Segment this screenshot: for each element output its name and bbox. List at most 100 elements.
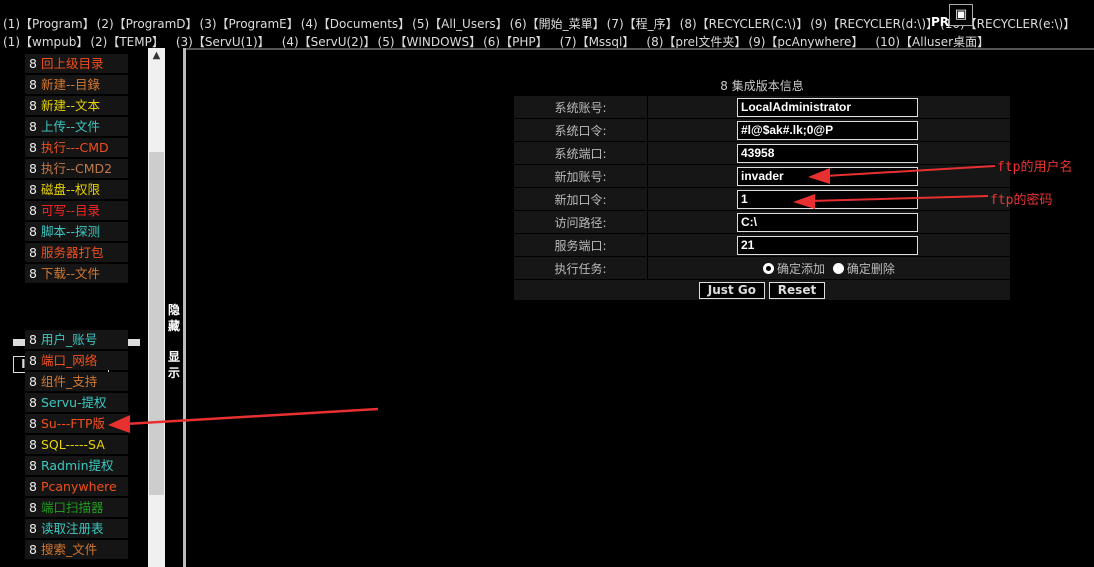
sidebar-item[interactable]: 8 端口_网络 bbox=[25, 351, 128, 370]
sidebar-item[interactable]: 8 服务器打包 bbox=[25, 243, 128, 262]
quick-link[interactable]: (5)【All_Users】 bbox=[412, 17, 507, 31]
radio-add-label: 确定添加 bbox=[777, 261, 826, 276]
radio-add[interactable] bbox=[763, 262, 774, 274]
sidebar-item[interactable]: 8 脚本--探测 bbox=[25, 222, 128, 241]
quick-link[interactable]: (3)【ServU(1)】 bbox=[176, 35, 270, 49]
sidebar-item-label: Radmin提权 bbox=[40, 458, 114, 473]
quick-link[interactable]: (6)【開始_菜單】 bbox=[510, 17, 605, 31]
field-input[interactable]: #l@$ak#.lk;0@P bbox=[737, 120, 918, 140]
sidebar-item[interactable]: 8 端口扫描器 bbox=[25, 498, 128, 517]
sidebar-item-label: Su---FTP版 bbox=[40, 416, 105, 431]
field-label: 新加口令: bbox=[514, 188, 648, 211]
sidebar-item-label: 读取注册表 bbox=[40, 521, 104, 536]
quick-link[interactable]: (7)【程_序】 bbox=[607, 17, 678, 31]
sidebar-item[interactable]: 8 用户_账号 bbox=[25, 330, 128, 349]
quick-link[interactable]: (2)【TEMP】 bbox=[90, 35, 164, 49]
quick-link[interactable]: (9)【RECYCLER(d:\)】 bbox=[810, 17, 938, 31]
field-input[interactable]: 21 bbox=[737, 235, 918, 255]
item-bullet: 8 bbox=[29, 332, 37, 347]
sidebar-item-label: 搜索_文件 bbox=[40, 542, 98, 557]
quick-link[interactable]: (9)【pcAnywhere】 bbox=[748, 35, 863, 49]
sidebar-item[interactable]: 8 下载--文件 bbox=[25, 264, 128, 283]
form-row: 访问路径: C:\ bbox=[514, 211, 1010, 234]
quick-link[interactable]: (2)【ProgramD】 bbox=[97, 17, 198, 31]
item-bullet: 8 bbox=[29, 98, 37, 113]
sidebar-item-label: Pcanywhere bbox=[40, 479, 117, 494]
quick-link[interactable]: (7)【Mssql】 bbox=[560, 35, 635, 49]
field-label: 访问路径: bbox=[514, 211, 648, 234]
item-bullet: 8 bbox=[29, 266, 37, 281]
sidebar-item[interactable]: 8 Su---FTP版 bbox=[25, 414, 128, 433]
quick-link[interactable]: (8)【RECYCLER(C:\)】 bbox=[680, 17, 809, 31]
sidebar-item[interactable]: 8 磁盘--权限 bbox=[25, 180, 128, 199]
field-input[interactable]: LocalAdministrator bbox=[737, 97, 918, 117]
quick-links-row-1: (1)【Program】 (2)【ProgramD】 (3)【ProgramE】 (4… bbox=[3, 15, 1077, 32]
sidebar-item-label: 上传--文件 bbox=[40, 119, 100, 134]
just-go-button[interactable]: Just Go bbox=[698, 281, 765, 299]
task-row: 执行任务: 确定添加 确定删除 bbox=[514, 257, 1010, 280]
item-bullet: 8 bbox=[29, 395, 37, 410]
item-bullet: 8 bbox=[29, 353, 37, 368]
sidebar-item[interactable]: 8 组件_支持 bbox=[25, 372, 128, 391]
sidebar-item[interactable]: 8 新建--文本 bbox=[25, 96, 128, 115]
sidebar-item[interactable]: 8 读取注册表 bbox=[25, 519, 128, 538]
field-label: 系统口令: bbox=[514, 119, 648, 142]
sidebar-item[interactable]: 8 Servu-提权 bbox=[25, 393, 128, 412]
quick-link[interactable]: (1)【wmpub】 bbox=[3, 35, 88, 49]
scroll-up-icon[interactable]: ▲ bbox=[148, 50, 165, 61]
item-bullet: 8 bbox=[29, 416, 37, 431]
sidebar-item[interactable]: 8 可写--目录 bbox=[25, 201, 128, 220]
sidebar-item[interactable]: 8 执行---CMD bbox=[25, 138, 128, 157]
sidebar-item[interactable]: 8 搜索_文件 bbox=[25, 540, 128, 559]
quick-link[interactable]: (1)【Program】 bbox=[3, 17, 95, 31]
form-row: 系统口令: #l@$ak#.lk;0@P bbox=[514, 119, 1010, 142]
sidebar-item-label: 下载--文件 bbox=[40, 266, 100, 281]
sidebar-item-label: 新建--文本 bbox=[40, 98, 100, 113]
show-sidebar-toggle[interactable]: 显示 bbox=[165, 349, 183, 381]
item-bullet: 8 bbox=[29, 521, 37, 536]
field-input[interactable]: 1 bbox=[737, 189, 918, 209]
sidebar-item[interactable]: 8 SQL-----SA bbox=[25, 435, 128, 454]
item-bullet: 8 bbox=[29, 374, 37, 389]
sidebar-item-label: Servu-提权 bbox=[40, 395, 107, 410]
sidebar-item[interactable]: 8 上传--文件 bbox=[25, 117, 128, 136]
sidebar-item[interactable]: 8 Radmin提权 bbox=[25, 456, 128, 475]
hide-sidebar-toggle[interactable]: 隐藏 bbox=[165, 302, 183, 334]
broken-image-icon[interactable]: ▣ bbox=[949, 4, 973, 26]
field-input[interactable]: 43958 bbox=[737, 143, 918, 163]
sidebar-scrollbar[interactable]: ▲ bbox=[148, 48, 165, 567]
item-bullet: 8 bbox=[29, 542, 37, 557]
sidebar-item-label: 磁盘--权限 bbox=[40, 182, 100, 197]
scrollbar-thumb[interactable] bbox=[149, 152, 164, 495]
item-bullet: 8 bbox=[29, 56, 37, 71]
form-row: 新加账号: invader bbox=[514, 165, 1010, 188]
sidebar-item[interactable]: 8 回上级目录 bbox=[25, 54, 128, 73]
field-cell: invader bbox=[648, 165, 1010, 188]
field-input[interactable]: invader bbox=[737, 166, 918, 186]
reset-button[interactable]: Reset bbox=[768, 281, 826, 299]
radio-delete[interactable] bbox=[832, 262, 844, 274]
item-bullet: 8 bbox=[29, 437, 37, 452]
quick-link[interactable]: (6)【PHP】 bbox=[483, 35, 548, 49]
item-bullet: 8 bbox=[29, 458, 37, 473]
sidebar-item-label: 用户_账号 bbox=[40, 332, 98, 347]
quick-link[interactable]: (3)【ProgramE】 bbox=[200, 17, 299, 31]
quick-link[interactable]: (8)【prel文件夹】 bbox=[646, 35, 746, 49]
quick-link[interactable]: (10)【Alluser桌面】 bbox=[875, 35, 989, 49]
item-bullet: 8 bbox=[29, 500, 37, 515]
item-bullet: 8 bbox=[29, 77, 37, 92]
sidebar-item[interactable]: 8 Pcanywhere bbox=[25, 477, 128, 496]
quick-link[interactable]: (5)【WINDOWS】 bbox=[378, 35, 482, 49]
form-row: 系统账号: LocalAdministrator bbox=[514, 96, 1010, 119]
field-cell: 1 bbox=[648, 188, 1010, 211]
quick-link[interactable]: (4)【ServU(2)】 bbox=[282, 35, 376, 49]
sidebar-item[interactable]: 8 新建--目錄 bbox=[25, 75, 128, 94]
form-title: 8 集成版本信息 bbox=[720, 79, 804, 93]
sidebar-item-label: 端口扫描器 bbox=[40, 500, 104, 515]
item-bullet: 8 bbox=[29, 119, 37, 134]
sidebar-item[interactable]: 8 执行--CMD2 bbox=[25, 159, 128, 178]
quick-link[interactable]: (4)【Documents】 bbox=[301, 17, 410, 31]
sidebar-item-label: 回上级目录 bbox=[40, 56, 104, 71]
field-input[interactable]: C:\ bbox=[737, 212, 918, 232]
item-bullet: 8 bbox=[29, 140, 37, 155]
